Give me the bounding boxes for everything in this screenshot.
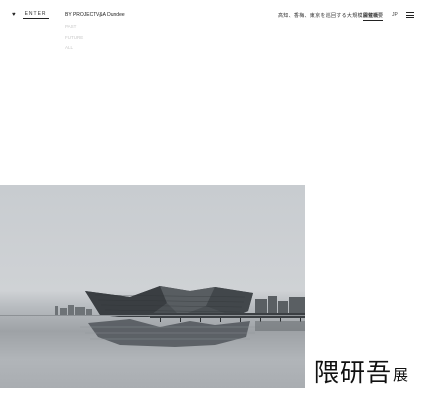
project-title: V&A Dundee	[96, 12, 125, 18]
project-select-label: BY PROJECT	[65, 12, 97, 18]
exhibition-logo: 隈研吾 展	[314, 360, 408, 385]
enter-button[interactable]: ♥ ENTER	[12, 11, 49, 19]
hamburger-menu-icon[interactable]	[406, 12, 414, 18]
heart-icon: ♥	[12, 12, 17, 18]
logo-suffix-text: 展	[393, 366, 409, 384]
enter-label: ENTER	[22, 11, 49, 19]
overview-link[interactable]: 開催概要	[363, 12, 384, 21]
dropdown-option-all[interactable]: ALL	[65, 43, 83, 54]
language-switch[interactable]: JP	[392, 12, 398, 18]
dropdown-option-past[interactable]: PAST	[65, 22, 83, 33]
dropdown-option-future[interactable]: FUTURE	[65, 33, 83, 44]
top-navigation: ♥ ENTER BY PROJECT ⌄ V&A Dundee PAST FUT…	[0, 0, 436, 50]
hero-photo	[0, 185, 305, 388]
logo-main-text: 隈研吾	[314, 358, 393, 387]
project-dropdown-menu: PAST FUTURE ALL	[65, 22, 83, 54]
building-waterfront-illustration	[0, 286, 305, 347]
